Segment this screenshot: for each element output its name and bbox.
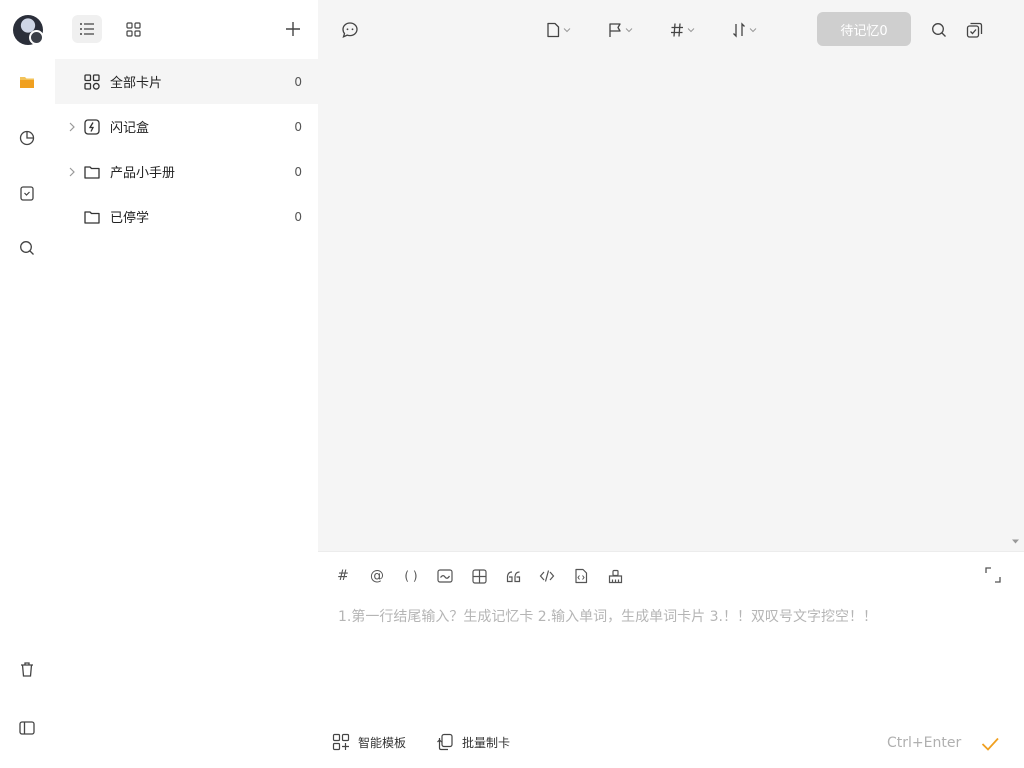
deck-label: 闪记盒 bbox=[110, 121, 150, 136]
chevron-down-icon bbox=[687, 28, 695, 33]
stats-pie-icon[interactable] bbox=[17, 128, 37, 148]
deck-count: 0 bbox=[294, 209, 302, 224]
search-icon[interactable] bbox=[17, 238, 37, 258]
hashtag-icon bbox=[671, 23, 683, 37]
sort-filter[interactable] bbox=[732, 20, 757, 40]
deck-label: 产品小手册 bbox=[110, 166, 176, 181]
table-icon bbox=[471, 568, 487, 584]
search-button[interactable] bbox=[931, 20, 947, 40]
grid-view-button[interactable] bbox=[118, 15, 148, 43]
code-tool[interactable] bbox=[536, 566, 558, 586]
smart-template-label: 智能模板 bbox=[358, 735, 407, 750]
scrollbar[interactable] bbox=[1006, 0, 1024, 551]
file-code-tool[interactable] bbox=[570, 566, 592, 586]
deck-count: 0 bbox=[294, 74, 302, 89]
submit-shortcut-hint: Ctrl+Enter bbox=[887, 735, 962, 751]
deck-count: 0 bbox=[294, 164, 302, 179]
card-input-placeholder[interactable]: 1.第一行结尾输入？生成记忆卡 2.输入单词，生成单词卡片 3.！！双叹号文字挖… bbox=[338, 606, 998, 626]
editor-footer: 智能模板 批量制卡 bbox=[332, 733, 510, 751]
cloze-tool[interactable]: ( ) bbox=[400, 566, 422, 586]
deck-item-flash-box[interactable]: 闪记盒 0 bbox=[55, 104, 318, 149]
chevron-right-icon[interactable] bbox=[67, 167, 77, 177]
chevron-right-icon[interactable] bbox=[67, 122, 77, 132]
trash-icon[interactable] bbox=[17, 659, 37, 679]
main-area: 待记忆0 # @ ( ) 1.第一行结尾输入？生成记忆卡 2.输入单词，生成单词… bbox=[318, 0, 1024, 768]
sort-icon bbox=[733, 22, 745, 38]
search-icon bbox=[932, 23, 946, 37]
deck-label: 全部卡片 bbox=[110, 76, 163, 91]
batch-create-icon bbox=[437, 733, 453, 751]
clear-format-icon bbox=[608, 569, 622, 583]
hashtag-tool[interactable]: # bbox=[332, 566, 354, 586]
flag-filter[interactable] bbox=[608, 20, 633, 40]
batch-create-button[interactable]: 批量制卡 bbox=[436, 733, 510, 751]
multi-select-icon bbox=[966, 22, 983, 38]
deck-count: 0 bbox=[294, 119, 302, 134]
chevron-down-icon bbox=[749, 28, 757, 33]
folder-icon bbox=[84, 165, 100, 179]
chat-icon bbox=[342, 22, 358, 39]
grid-view-icon bbox=[125, 21, 141, 37]
chevron-down-icon bbox=[563, 28, 571, 33]
flash-box-icon bbox=[84, 118, 100, 135]
add-button[interactable] bbox=[282, 18, 304, 40]
deck-item-suspended[interactable]: 已停学 0 bbox=[55, 194, 318, 239]
flag-icon bbox=[609, 23, 621, 37]
grid-cards-icon bbox=[84, 73, 100, 90]
image-tool[interactable] bbox=[434, 566, 456, 586]
file-code-icon bbox=[575, 568, 588, 584]
folder-icon[interactable] bbox=[17, 72, 37, 92]
top-toolbar: 待记忆0 bbox=[318, 0, 1024, 58]
smart-template-button[interactable]: 智能模板 bbox=[332, 733, 406, 751]
tag-filter[interactable] bbox=[670, 20, 695, 40]
check-icon[interactable] bbox=[980, 734, 1000, 754]
deck-item-product-handbook[interactable]: 产品小手册 0 bbox=[55, 149, 318, 194]
chevron-down-icon bbox=[625, 28, 633, 33]
editor-toolbar: # @ ( ) bbox=[332, 566, 626, 586]
card-type-filter[interactable] bbox=[546, 20, 571, 40]
plus-icon bbox=[286, 22, 300, 36]
batch-create-label: 批量制卡 bbox=[462, 735, 511, 750]
clear-format-tool[interactable] bbox=[604, 566, 626, 586]
calendar-icon[interactable] bbox=[17, 183, 37, 203]
chat-button[interactable] bbox=[341, 20, 359, 40]
scroll-down-arrow-icon[interactable] bbox=[1011, 537, 1020, 546]
mention-tool[interactable]: @ bbox=[366, 566, 388, 586]
list-view-icon bbox=[80, 23, 94, 35]
sidebar: 全部卡片 0 闪记盒 0 产品小手册 0 已停学 0 bbox=[55, 0, 318, 768]
card-editor: # @ ( ) 1.第一行结尾输入？生成记忆卡 2.输入单词，生成单词卡片 3.… bbox=[318, 551, 1024, 768]
list-view-button[interactable] bbox=[72, 15, 102, 43]
quote-tool[interactable] bbox=[502, 566, 524, 586]
deck-list: 全部卡片 0 闪记盒 0 产品小手册 0 已停学 0 bbox=[55, 59, 318, 239]
multi-select-button[interactable] bbox=[966, 20, 983, 40]
avatar-badge-icon bbox=[29, 30, 44, 45]
card-type-icon bbox=[547, 22, 560, 38]
sidebar-toggle-icon[interactable] bbox=[17, 718, 37, 738]
deck-label: 已停学 bbox=[110, 211, 150, 226]
table-tool[interactable] bbox=[468, 566, 490, 586]
code-icon bbox=[539, 570, 555, 582]
deck-item-all-cards[interactable]: 全部卡片 0 bbox=[55, 59, 318, 104]
image-icon bbox=[437, 569, 453, 583]
expand-icon[interactable] bbox=[984, 566, 1002, 584]
smart-template-icon bbox=[332, 733, 350, 751]
review-button[interactable]: 待记忆0 bbox=[817, 12, 911, 46]
folder-icon bbox=[84, 210, 100, 224]
left-rail bbox=[0, 0, 55, 768]
quote-icon bbox=[506, 570, 520, 582]
